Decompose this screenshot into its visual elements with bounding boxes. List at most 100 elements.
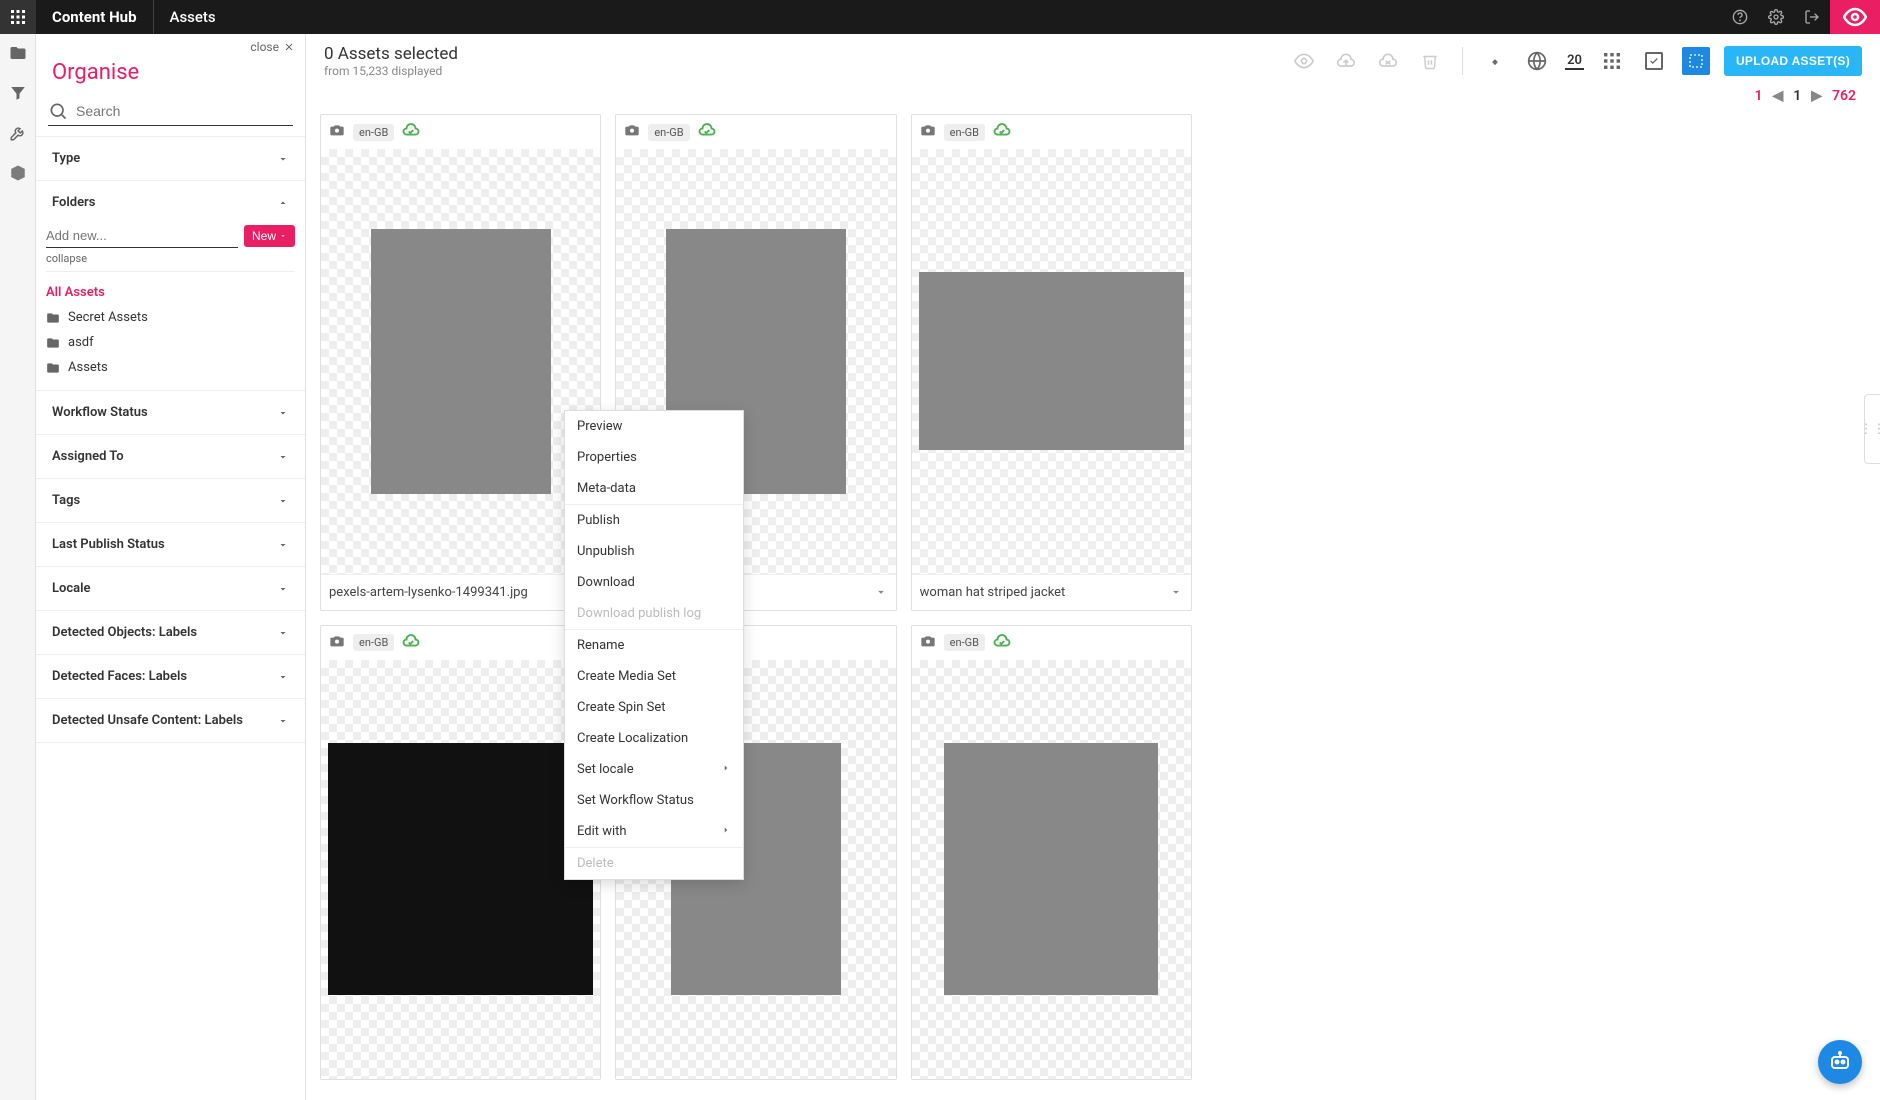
- filter-unsafe[interactable]: Detected Unsafe Content: Labels: [36, 699, 305, 742]
- asset-card[interactable]: en-GB: [911, 625, 1192, 1081]
- brand-label: Content Hub: [36, 8, 153, 26]
- asset-card[interactable]: en-GB: [320, 625, 601, 1081]
- ctx-meta-data[interactable]: Meta-data: [565, 473, 743, 504]
- upload-button[interactable]: UPLOAD ASSET(S): [1724, 46, 1862, 76]
- filter-faces[interactable]: Detected Faces: Labels: [36, 655, 305, 698]
- ctx-set-locale[interactable]: Set locale: [565, 754, 743, 785]
- camera-icon: [920, 633, 936, 653]
- folder-icon[interactable]: [9, 44, 27, 66]
- locale-badge: en-GB: [944, 634, 985, 651]
- locale-badge: en-GB: [353, 124, 394, 141]
- grid-view-icon[interactable]: [1598, 47, 1626, 75]
- selection-mode-icon[interactable]: [1682, 47, 1710, 75]
- delete-icon[interactable]: [1416, 47, 1444, 75]
- camera-icon: [329, 122, 345, 142]
- box-icon[interactable]: [9, 164, 27, 186]
- gear-icon[interactable]: [1758, 0, 1794, 34]
- filter-workflow[interactable]: Workflow Status: [36, 391, 305, 434]
- tools-icon[interactable]: [9, 124, 27, 146]
- cloud-upload-icon[interactable]: [1332, 47, 1360, 75]
- filter-locale[interactable]: Locale: [36, 567, 305, 610]
- locale-badge: en-GB: [648, 124, 689, 141]
- next-page-icon[interactable]: ▶: [1811, 88, 1822, 104]
- asset-grid: en-GB pexels-artem-lysenko-1499341.jpg e…: [306, 110, 1206, 1100]
- new-folder-button[interactable]: New: [244, 225, 295, 247]
- content-area: 0 Assets selected from 15,233 displayed …: [306, 34, 1880, 1100]
- section-title: Assets: [154, 8, 232, 26]
- chevron-down-icon: [277, 627, 289, 639]
- logout-icon[interactable]: [1794, 0, 1830, 34]
- ctx-set-workflow-status[interactable]: Set Workflow Status: [565, 785, 743, 816]
- ctx-create-localization[interactable]: Create Localization: [565, 723, 743, 754]
- cloud-remove-icon[interactable]: [1374, 47, 1402, 75]
- filter-objects[interactable]: Detected Objects: Labels: [36, 611, 305, 654]
- filter-assigned[interactable]: Assigned To: [36, 435, 305, 478]
- locale-badge: en-GB: [944, 124, 985, 141]
- chatbot-fab[interactable]: [1818, 1040, 1862, 1084]
- filter-icon[interactable]: [9, 84, 27, 106]
- asset-name: woman hat striped jacket: [920, 585, 1066, 600]
- chevron-up-icon: [277, 197, 289, 209]
- sidepanel: close Organise Type Folders: [36, 34, 306, 1100]
- preview-eye-button[interactable]: [1830, 0, 1880, 34]
- chevron-right-icon: [721, 824, 731, 839]
- chevron-down-icon: [277, 583, 289, 595]
- apps-grid-icon[interactable]: [0, 0, 36, 34]
- chevron-down-icon[interactable]: [1169, 585, 1183, 599]
- displayed-count: from 15,233 displayed: [324, 64, 458, 78]
- preview-icon[interactable]: [1290, 47, 1318, 75]
- ctx-publish[interactable]: Publish: [565, 505, 743, 536]
- filter-type[interactable]: Type: [36, 137, 305, 180]
- filter-folders[interactable]: Folders: [36, 181, 305, 224]
- chevron-down-icon[interactable]: [874, 585, 888, 599]
- filter-last-publish[interactable]: Last Publish Status: [36, 523, 305, 566]
- collapse-link[interactable]: collapse: [46, 248, 295, 271]
- ctx-download[interactable]: Download: [565, 567, 743, 598]
- locale-badge: en-GB: [353, 634, 394, 651]
- chevron-down-icon: [277, 495, 289, 507]
- ctx-download-publish-log: Download publish log: [565, 598, 743, 629]
- prev-page-icon[interactable]: ◀: [1772, 88, 1783, 104]
- chevron-down-icon: [277, 153, 289, 165]
- chevron-down-icon: [277, 671, 289, 683]
- asset-card[interactable]: en-GB woman hat striped jacket: [911, 114, 1192, 611]
- folder-secret-assets[interactable]: Secret Assets: [46, 305, 295, 330]
- close-panel-button[interactable]: close: [36, 34, 305, 54]
- asset-name: pexels-artem-lysenko-1499341.jpg: [329, 585, 528, 600]
- page-total[interactable]: 762: [1832, 88, 1856, 104]
- ctx-preview[interactable]: Preview: [565, 411, 743, 442]
- chevron-down-icon: [277, 451, 289, 463]
- help-icon[interactable]: [1722, 0, 1758, 34]
- right-drawer-handle[interactable]: ⋮⋮: [1864, 394, 1880, 464]
- ctx-edit-with[interactable]: Edit with: [565, 816, 743, 847]
- ctx-properties[interactable]: Properties: [565, 442, 743, 473]
- select-all-icon[interactable]: [1640, 47, 1668, 75]
- filter-tags[interactable]: Tags: [36, 479, 305, 522]
- ctx-unpublish[interactable]: Unpublish: [565, 536, 743, 567]
- ctx-create-media-set[interactable]: Create Media Set: [565, 661, 743, 692]
- cloud-icon: [993, 632, 1011, 654]
- cloud-icon: [993, 121, 1011, 143]
- folder-all-assets[interactable]: All Assets: [46, 280, 295, 305]
- folder-assets[interactable]: Assets: [46, 355, 295, 380]
- ctx-rename[interactable]: Rename: [565, 630, 743, 661]
- cloud-icon: [402, 632, 420, 654]
- topbar: Content Hub Assets: [0, 0, 1880, 34]
- sort-icon[interactable]: [1481, 47, 1509, 75]
- chevron-down-icon: [277, 715, 289, 727]
- toolbar: 0 Assets selected from 15,233 displayed …: [306, 34, 1880, 84]
- add-folder-input[interactable]: [46, 224, 238, 248]
- folder-asdf[interactable]: asdf: [46, 330, 295, 355]
- asset-card[interactable]: en-GB pexels-artem-lysenko-1499341.jpg: [320, 114, 601, 611]
- camera-icon: [624, 122, 640, 142]
- page-current: 1: [1793, 88, 1801, 104]
- page-first[interactable]: 1: [1754, 88, 1762, 104]
- ctx-create-spin-set[interactable]: Create Spin Set: [565, 692, 743, 723]
- panel-title: Organise: [36, 54, 305, 99]
- search-input[interactable]: [68, 99, 293, 123]
- iconbar: [0, 34, 36, 1100]
- page-size[interactable]: 20: [1565, 53, 1584, 70]
- search-icon: [48, 101, 68, 121]
- globe-icon[interactable]: [1523, 47, 1551, 75]
- close-label: close: [250, 40, 279, 54]
